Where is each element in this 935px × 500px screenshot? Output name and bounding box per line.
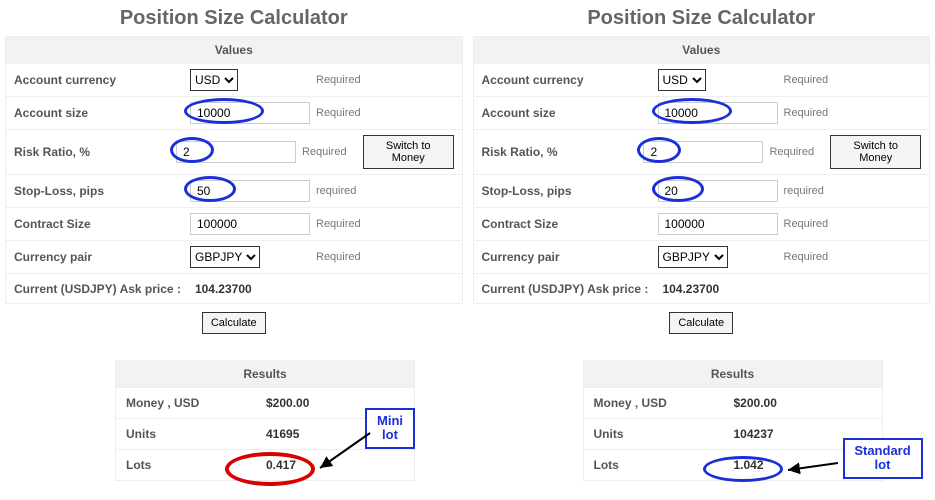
result-money-label: Money , USD xyxy=(126,396,266,410)
stop-loss-input[interactable] xyxy=(190,180,310,202)
results-panel: Results Money , USD $200.00 Units 41695 … xyxy=(115,360,415,481)
result-units-value: 41695 xyxy=(266,427,299,441)
page-title: Position Size Calculator xyxy=(473,7,931,30)
result-lots-value: 0.417 xyxy=(266,458,296,472)
label-stop-loss: Stop-Loss, pips xyxy=(14,184,184,198)
row-ask-price: Current (USDJPY) Ask price : 104.23700 xyxy=(5,274,463,304)
row-contract-size: Contract Size Required xyxy=(5,208,463,241)
result-lots: Lots 0.417 xyxy=(115,450,415,481)
risk-ratio-input[interactable] xyxy=(176,141,296,163)
row-contract-size: Contract Size Required xyxy=(473,208,931,241)
contract-size-input[interactable] xyxy=(658,213,778,235)
calculator-left: Position Size Calculator Values Account … xyxy=(5,5,463,481)
required-text: Required xyxy=(784,107,844,119)
contract-size-input[interactable] xyxy=(190,213,310,235)
row-account-size: Account size Required xyxy=(473,97,931,130)
required-text: Required xyxy=(316,107,376,119)
required-text: Required xyxy=(784,74,844,86)
ask-price-value: 104.23700 xyxy=(195,282,252,296)
required-text: Required xyxy=(316,251,376,263)
result-lots-label: Lots xyxy=(594,458,734,472)
label-account-currency: Account currency xyxy=(14,73,184,87)
risk-ratio-input[interactable] xyxy=(643,141,763,163)
label-stop-loss: Stop-Loss, pips xyxy=(482,184,652,198)
result-units: Units 104237 xyxy=(583,419,883,450)
label-contract-size: Contract Size xyxy=(14,217,184,231)
result-money-value: $200.00 xyxy=(266,396,309,410)
label-risk-ratio: Risk Ratio, % xyxy=(482,145,638,159)
row-currency-pair: Currency pair GBPJPY Required xyxy=(5,241,463,274)
row-risk-ratio: Risk Ratio, % Required Switch to Money xyxy=(473,130,931,175)
required-text: required xyxy=(316,185,376,197)
account-currency-select[interactable]: USD xyxy=(658,69,706,91)
page-title: Position Size Calculator xyxy=(5,7,463,30)
required-text: Required xyxy=(316,74,376,86)
label-contract-size: Contract Size xyxy=(482,217,652,231)
row-stop-loss: Stop-Loss, pips required xyxy=(5,175,463,208)
result-money-label: Money , USD xyxy=(594,396,734,410)
label-account-currency: Account currency xyxy=(482,73,652,87)
label-currency-pair: Currency pair xyxy=(482,250,652,264)
required-text: Required xyxy=(302,146,357,158)
currency-pair-select[interactable]: GBPJPY xyxy=(190,246,260,268)
row-account-currency: Account currency USD Required xyxy=(5,64,463,97)
row-account-size: Account size Required xyxy=(5,97,463,130)
calculate-row: Calculate xyxy=(5,304,463,342)
row-risk-ratio: Risk Ratio, % Required Switch to Money xyxy=(5,130,463,175)
row-ask-price: Current (USDJPY) Ask price : 104.23700 xyxy=(473,274,931,304)
label-account-size: Account size xyxy=(482,106,652,120)
label-ask-price: Current (USDJPY) Ask price : xyxy=(14,282,181,296)
label-ask-price: Current (USDJPY) Ask price : xyxy=(482,282,649,296)
result-money: Money , USD $200.00 xyxy=(583,388,883,419)
account-size-input[interactable] xyxy=(190,102,310,124)
callout-mini-lot: Mini lot xyxy=(365,408,415,449)
values-header: Values xyxy=(473,36,931,64)
callout-standard-lot: Standard lot xyxy=(843,438,923,479)
calculate-button[interactable]: Calculate xyxy=(202,312,266,334)
stop-loss-input[interactable] xyxy=(658,180,778,202)
required-text: Required xyxy=(769,146,824,158)
result-lots-label: Lots xyxy=(126,458,266,472)
results-header: Results xyxy=(583,360,883,388)
row-currency-pair: Currency pair GBPJPY Required xyxy=(473,241,931,274)
required-text: Required xyxy=(784,218,844,230)
result-lots: Lots 1.042 xyxy=(583,450,883,481)
row-stop-loss: Stop-Loss, pips required xyxy=(473,175,931,208)
result-units-value: 104237 xyxy=(734,427,774,441)
result-units-label: Units xyxy=(594,427,734,441)
calculate-button[interactable]: Calculate xyxy=(669,312,733,334)
ask-price-value: 104.23700 xyxy=(662,282,719,296)
switch-to-money-button[interactable]: Switch to Money xyxy=(363,135,454,169)
required-text: required xyxy=(784,185,844,197)
switch-to-money-button[interactable]: Switch to Money xyxy=(830,135,921,169)
required-text: Required xyxy=(784,251,844,263)
label-currency-pair: Currency pair xyxy=(14,250,184,264)
values-header: Values xyxy=(5,36,463,64)
result-money-value: $200.00 xyxy=(734,396,777,410)
results-panel: Results Money , USD $200.00 Units 104237… xyxy=(583,360,883,481)
required-text: Required xyxy=(316,218,376,230)
result-units-label: Units xyxy=(126,427,266,441)
label-account-size: Account size xyxy=(14,106,184,120)
account-size-input[interactable] xyxy=(658,102,778,124)
result-lots-value: 1.042 xyxy=(734,458,764,472)
currency-pair-select[interactable]: GBPJPY xyxy=(658,246,728,268)
account-currency-select[interactable]: USD xyxy=(190,69,238,91)
label-risk-ratio: Risk Ratio, % xyxy=(14,145,170,159)
calculator-right: Position Size Calculator Values Account … xyxy=(473,5,931,481)
results-header: Results xyxy=(115,360,415,388)
calculate-row: Calculate xyxy=(473,304,931,342)
row-account-currency: Account currency USD Required xyxy=(473,64,931,97)
